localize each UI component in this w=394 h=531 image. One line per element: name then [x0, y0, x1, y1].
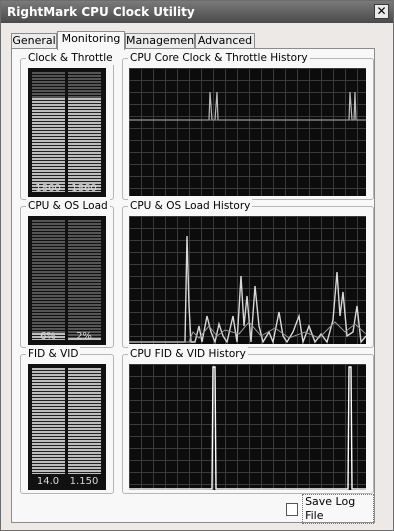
load-group: CPU & OS Load 6% 2%: [20, 199, 114, 348]
window-title: RightMark CPU Clock Utility: [7, 5, 195, 19]
clock-bar-fill: [68, 98, 101, 192]
close-button[interactable]: ✕: [374, 4, 389, 19]
load-bar-os: [68, 220, 101, 340]
save-log-row[interactable]: Save Log File: [286, 494, 374, 524]
fid-value: 14.0: [36, 476, 60, 487]
fidvid-title: FID & VID: [26, 347, 81, 361]
clock-history-title: CPU Core Clock & Throttle History: [128, 51, 310, 65]
fid-bar-fill: [32, 368, 65, 474]
vid-bar-fill: [68, 368, 101, 474]
monitoring-panel: Clock & Throttle 1860 1860 CPU Core Cloc…: [11, 48, 375, 524]
load-history-title: CPU & OS Load History: [128, 199, 253, 213]
clock-bar-core-0: [32, 72, 65, 192]
fidvid-history-graph: [129, 364, 366, 490]
fidvid-bars-panel: 14.0 1.150: [28, 364, 106, 490]
clock-history-trace: [129, 91, 366, 121]
vid-bar: [68, 368, 101, 474]
clock-throttle-title: Clock & Throttle: [26, 51, 115, 65]
clock-history-graph: [129, 68, 366, 196]
clock-throttle-group: Clock & Throttle 1860 1860: [20, 51, 115, 200]
title-bar[interactable]: RightMark CPU Clock Utility ✕: [1, 1, 393, 23]
vid-value: 1.150: [69, 476, 99, 487]
clock-value-core-0: 1860: [35, 183, 61, 194]
fid-bar: [32, 368, 65, 474]
load-value-os: 2%: [76, 331, 92, 342]
load-bars-panel: 6% 2%: [28, 216, 106, 345]
tab-advanced[interactable]: Advanced: [195, 33, 255, 49]
clock-history-group: CPU Core Clock & Throttle History: [122, 51, 374, 200]
fidvid-history-title: CPU FID & VID History: [128, 347, 248, 361]
save-log-checkbox[interactable]: [286, 502, 299, 516]
tab-monitoring[interactable]: Monitoring: [57, 31, 125, 50]
load-value-cpu: 6%: [40, 331, 56, 342]
save-log-label[interactable]: Save Log File: [302, 494, 374, 524]
clock-bars-panel: 1860 1860: [28, 68, 106, 197]
load-title: CPU & OS Load: [26, 199, 110, 213]
tab-general[interactable]: General: [11, 33, 57, 49]
clock-bar-fill: [32, 98, 65, 192]
load-history-group: CPU & OS Load History: [122, 199, 374, 348]
load-history-graph: [129, 216, 366, 344]
load-history-trace: [129, 235, 366, 344]
app-window: RightMark CPU Clock Utility ✕ General Mo…: [0, 0, 394, 531]
tab-management[interactable]: Management: [125, 33, 198, 49]
load-bar-cpu: [32, 220, 65, 340]
fidvid-group: FID & VID 14.0 1.150: [20, 347, 114, 494]
fidvid-history-trace: [129, 366, 366, 490]
clock-value-core-1: 1860: [71, 183, 97, 194]
fidvid-history-group: CPU FID & VID History: [122, 347, 374, 494]
clock-bar-core-1: [68, 72, 101, 192]
close-icon: ✕: [376, 4, 387, 18]
